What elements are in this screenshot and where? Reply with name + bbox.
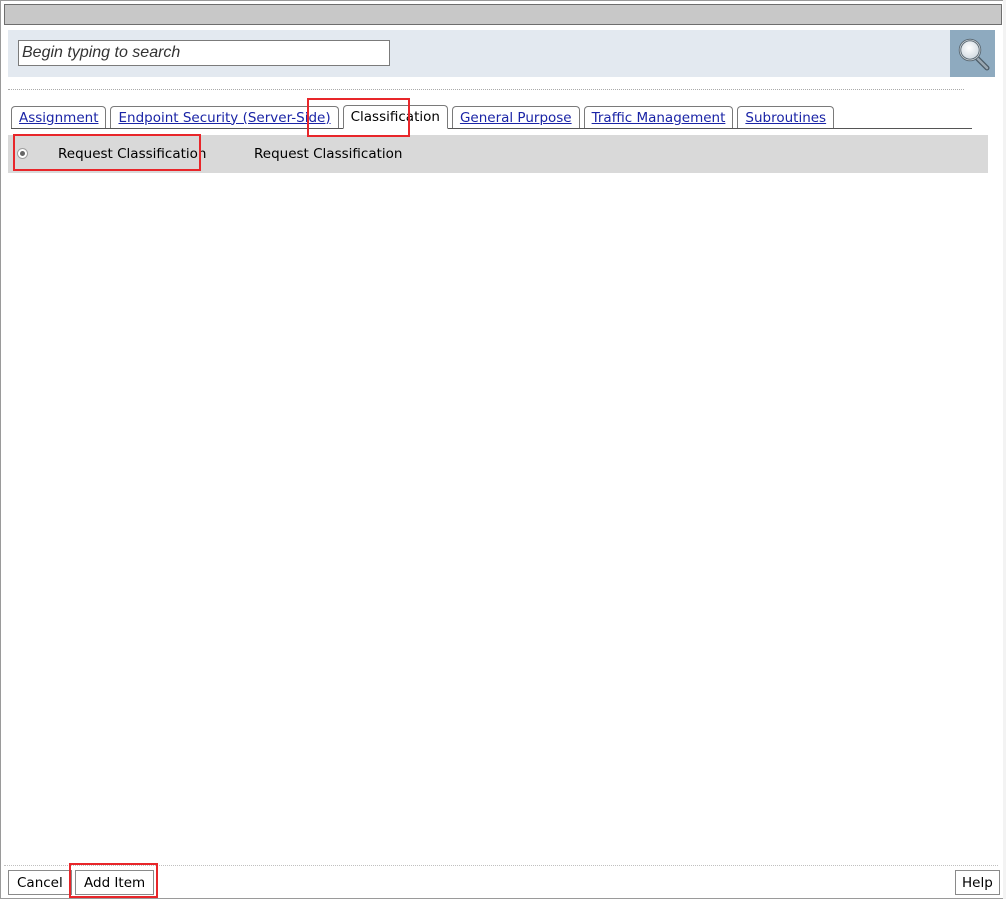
tab-assignment[interactable]: Assignment xyxy=(11,106,107,128)
tab-classification[interactable]: Classification xyxy=(342,105,448,129)
add-item-dialog: Assignment Endpoint Security (Server-Sid… xyxy=(0,0,1006,899)
tab-traffic-management[interactable]: Traffic Management xyxy=(583,106,734,128)
footer-divider xyxy=(4,865,998,866)
item-radio[interactable] xyxy=(17,148,28,159)
magnifier-icon xyxy=(958,38,990,71)
search-input[interactable] xyxy=(18,40,390,66)
tab-bar: Assignment Endpoint Security (Server-Sid… xyxy=(11,102,972,129)
cancel-button[interactable]: Cancel xyxy=(8,870,72,895)
item-description: Request Classification xyxy=(254,146,403,162)
search-bar xyxy=(8,30,995,77)
tab-general-purpose[interactable]: General Purpose xyxy=(451,106,580,128)
dialog-titlebar[interactable] xyxy=(4,4,1002,25)
search-button[interactable] xyxy=(950,30,995,77)
list-item[interactable]: Request Classification Request Classific… xyxy=(8,135,988,173)
divider xyxy=(8,89,964,90)
add-item-button[interactable]: Add Item xyxy=(75,870,155,895)
tab-endpoint-security[interactable]: Endpoint Security (Server-Side) xyxy=(110,106,339,128)
help-button[interactable]: Help xyxy=(955,870,1000,895)
tab-subroutines[interactable]: Subroutines xyxy=(737,106,835,128)
item-name: Request Classification xyxy=(58,146,207,162)
